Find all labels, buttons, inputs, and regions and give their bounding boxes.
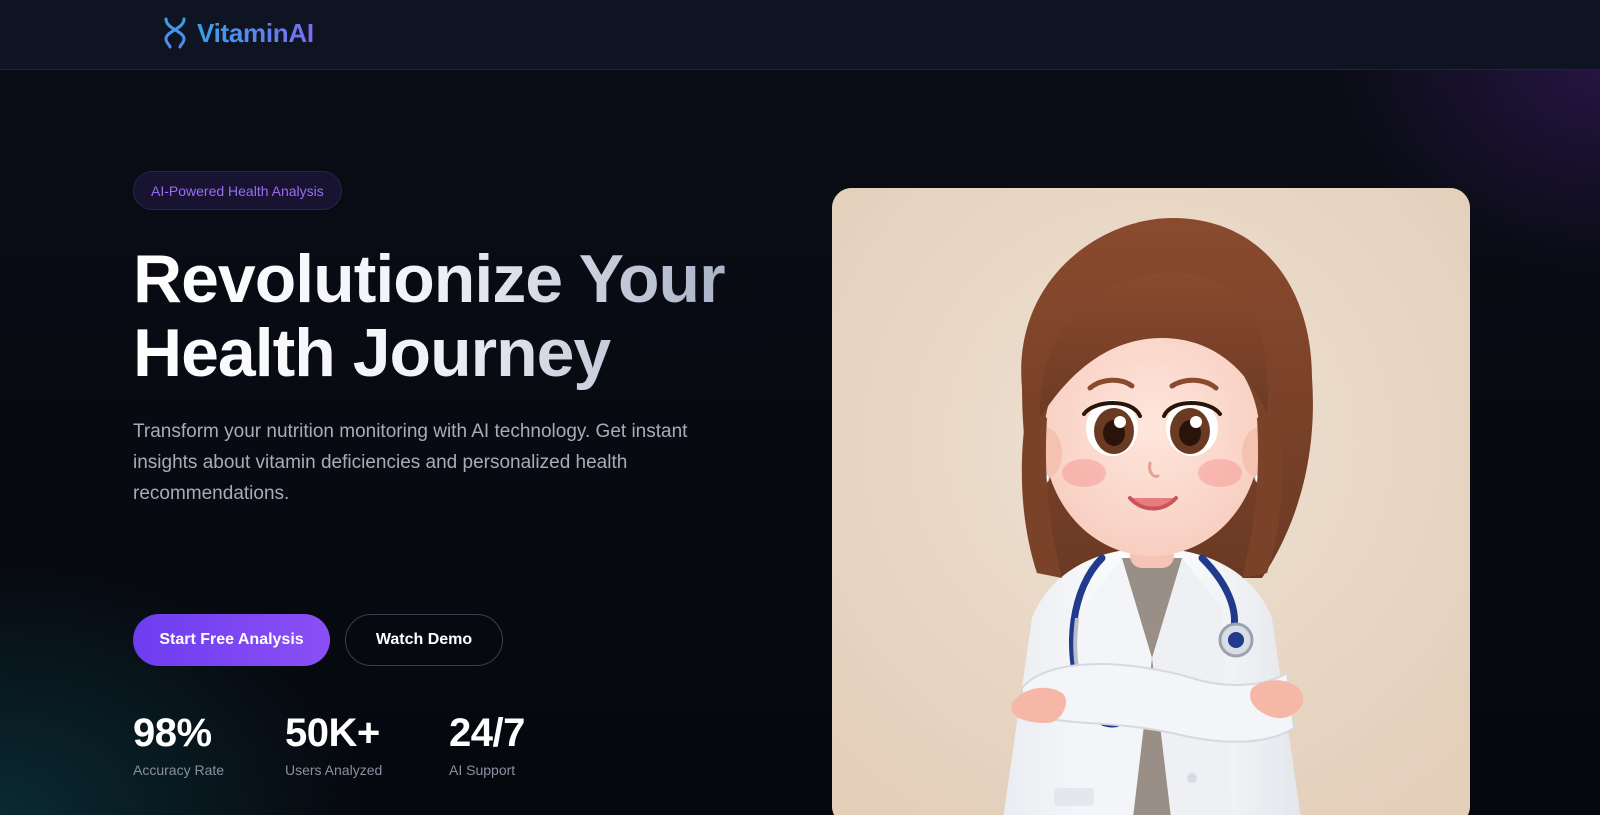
brand-name: VitaminAI [197, 17, 314, 48]
hero-badge: AI-Powered Health Analysis [133, 171, 342, 210]
stat-accuracy: 98% Accuracy Rate [133, 710, 224, 778]
stat-value: 50K+ [285, 711, 380, 755]
start-free-analysis-button[interactable]: Start Free Analysis [133, 614, 330, 666]
doctor-avatar-illustration [832, 188, 1470, 815]
brand-logo-link[interactable]: VitaminAI [162, 17, 314, 49]
stat-value: 98% [133, 711, 212, 755]
stat-label: Accuracy Rate [133, 762, 225, 778]
hero-subtext: Transform your nutrition monitoring with… [133, 421, 688, 504]
dna-icon [164, 17, 186, 49]
doctor-avatar-svg [832, 188, 1470, 815]
headline-line-2: Health Journey [133, 315, 611, 391]
headline-line-1: Revolutionize Your [133, 241, 725, 317]
hero-headline: Revolutionize Your Health Journey [133, 242, 793, 390]
stat-support: 24/7 AI Support [449, 710, 525, 778]
stat-label: AI Support [449, 762, 516, 778]
stat-value: 24/7 [449, 711, 525, 755]
stat-label: Users Analyzed [285, 762, 383, 778]
navbar: VitaminAI [0, 0, 1600, 70]
hero-section: AI-Powered Health Analysis Revolutionize… [0, 70, 1600, 815]
watch-demo-button[interactable]: Watch Demo [345, 614, 503, 666]
stat-users: 50K+ Users Analyzed [285, 710, 382, 778]
